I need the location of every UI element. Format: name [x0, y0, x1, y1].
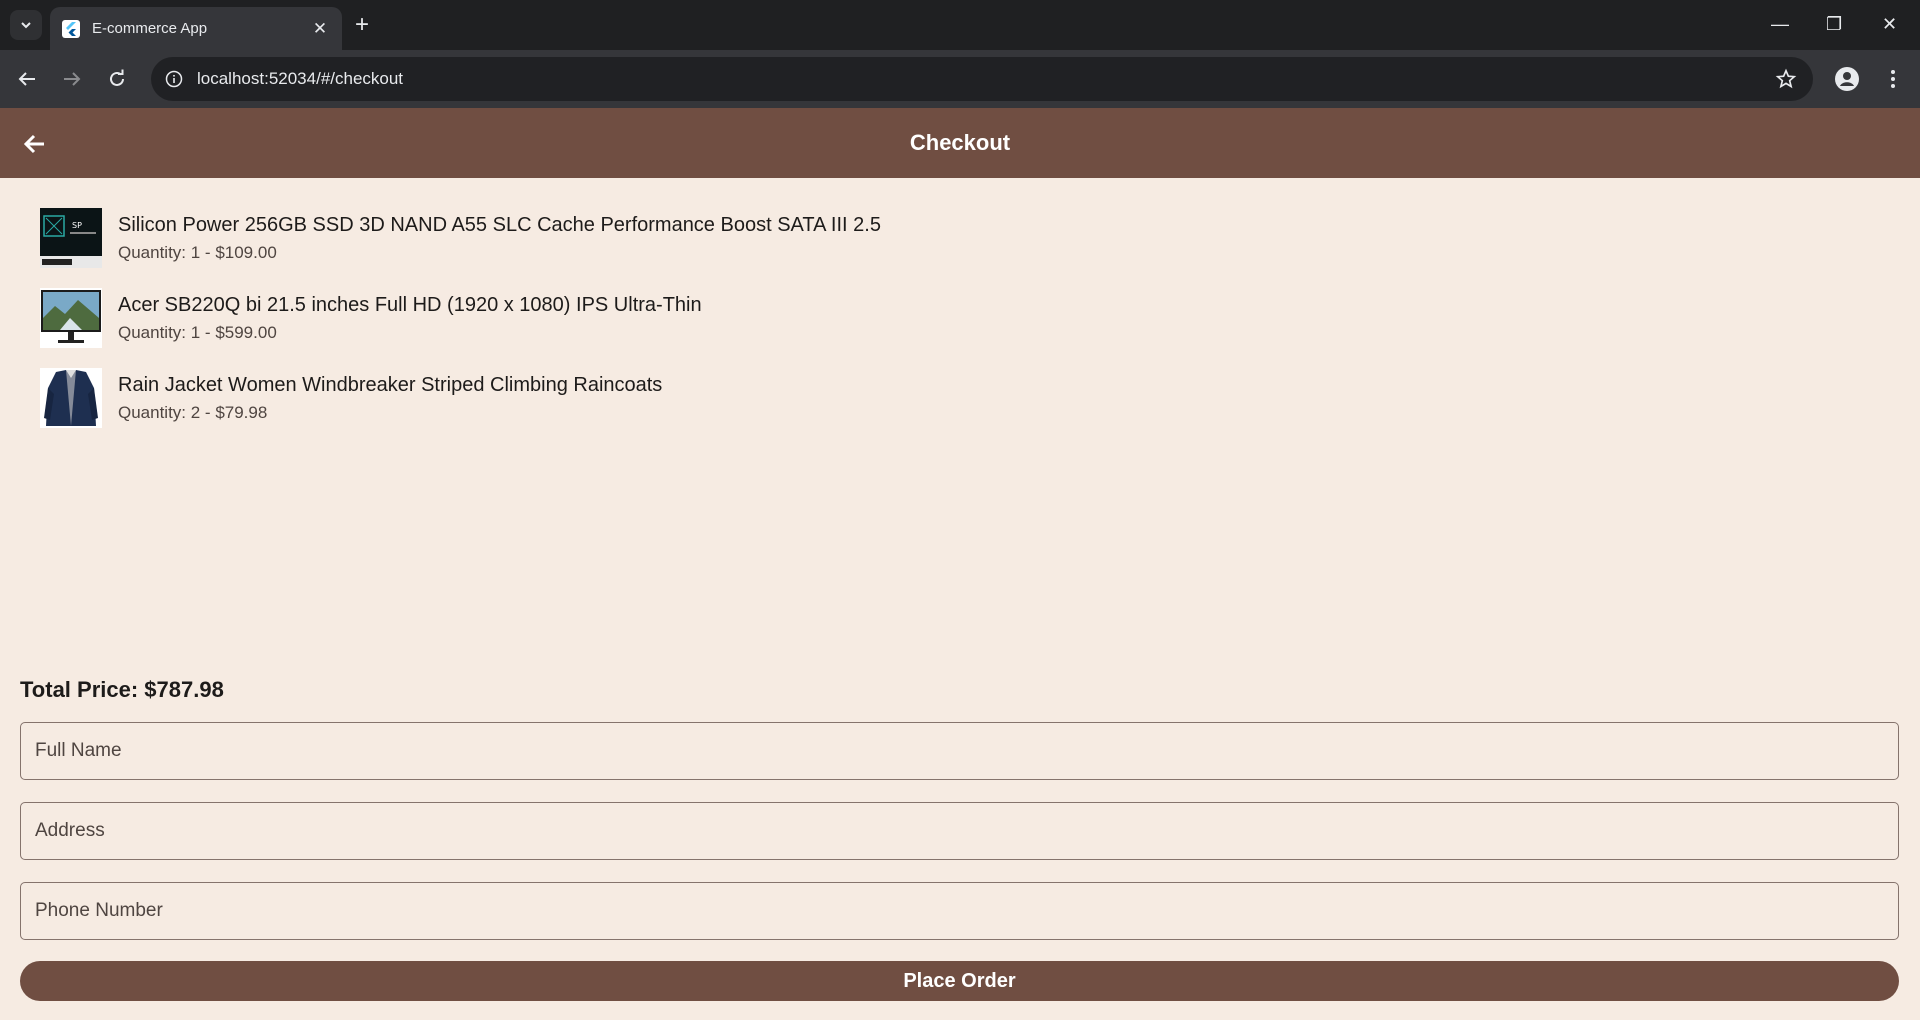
browser-tab[interactable]: E-commerce App ✕	[50, 7, 342, 50]
address-bar[interactable]: localhost:52034/#/checkout	[151, 57, 1813, 101]
more-vert-icon[interactable]	[1880, 66, 1906, 92]
minimize-button[interactable]: —	[1771, 14, 1789, 35]
item-name: Rain Jacket Women Windbreaker Striped Cl…	[118, 374, 663, 396]
url-text[interactable]: localhost:52034/#/checkout	[197, 69, 1775, 89]
jacket-product-image	[40, 368, 102, 428]
item-quantity-price: Quantity: 2 - $79.98	[118, 403, 268, 422]
cart-item: SP Silicon Power 256GB SSD 3D NAND A55 S…	[40, 208, 881, 288]
tab-search-button[interactable]	[10, 10, 42, 40]
back-arrow-icon[interactable]	[15, 67, 39, 91]
monitor-product-image	[40, 288, 102, 348]
restore-button[interactable]: ❐	[1826, 14, 1842, 35]
cart-item-list: SP Silicon Power 256GB SSD 3D NAND A55 S…	[40, 208, 881, 448]
svg-text:SP: SP	[72, 221, 82, 230]
app-bar: Checkout	[0, 108, 1920, 178]
item-name: Silicon Power 256GB SSD 3D NAND A55 SLC …	[118, 214, 881, 236]
address-input[interactable]	[20, 802, 1899, 860]
tab-title: E-commerce App	[92, 20, 208, 37]
total-price: Total Price: $787.98	[20, 677, 224, 702]
info-icon[interactable]	[165, 70, 183, 88]
cart-item: Acer SB220Q bi 21.5 inches Full HD (1920…	[40, 288, 881, 368]
tab-close-button[interactable]: ✕	[310, 19, 330, 39]
item-quantity-price: Quantity: 1 - $109.00	[118, 243, 277, 262]
full-name-input[interactable]	[20, 722, 1899, 780]
browser-tabstrip: E-commerce App ✕ + — ❐ ✕	[0, 0, 1920, 50]
forward-arrow-icon[interactable]	[60, 67, 84, 91]
ssd-product-image: SP	[40, 208, 102, 268]
flutter-logo-icon	[62, 19, 80, 38]
profile-icon[interactable]	[1834, 66, 1860, 92]
page-title: Checkout	[909, 130, 1011, 155]
star-icon[interactable]	[1775, 68, 1797, 90]
back-arrow-icon[interactable]	[22, 131, 48, 157]
browser-toolbar: localhost:52034/#/checkout	[0, 50, 1920, 108]
phone-number-input[interactable]	[20, 882, 1899, 940]
chevron-down-icon	[21, 22, 31, 29]
item-quantity-price: Quantity: 1 - $599.00	[118, 323, 277, 342]
item-name: Acer SB220Q bi 21.5 inches Full HD (1920…	[118, 294, 702, 316]
place-order-button[interactable]: Place Order	[20, 961, 1899, 1001]
new-tab-button[interactable]: +	[355, 13, 369, 37]
reload-icon[interactable]	[105, 67, 129, 91]
close-window-button[interactable]: ✕	[1882, 14, 1897, 35]
checkout-content: SP Silicon Power 256GB SSD 3D NAND A55 S…	[0, 178, 1920, 1020]
cart-item: Rain Jacket Women Windbreaker Striped Cl…	[40, 368, 881, 448]
